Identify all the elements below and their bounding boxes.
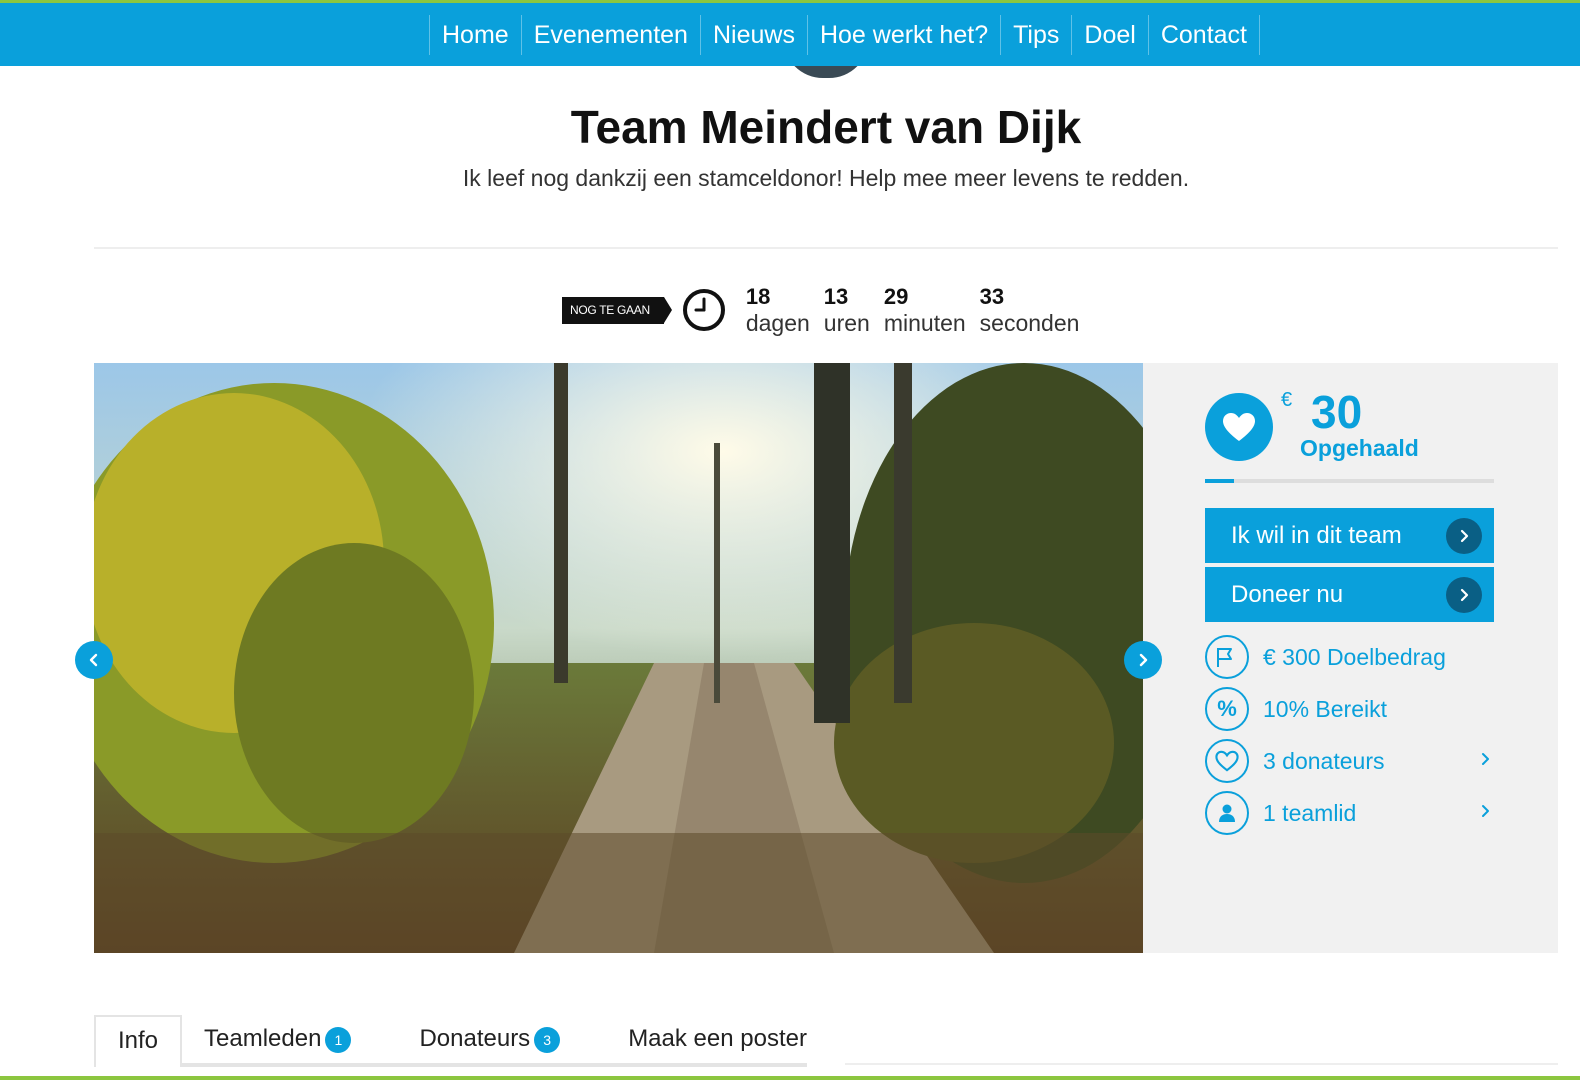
chevron-left-icon: [89, 653, 98, 667]
divider: [94, 247, 1558, 249]
flag-icon: [1205, 635, 1249, 679]
donate-label: Doneer nu: [1231, 581, 1344, 608]
nav-home[interactable]: Home: [430, 15, 522, 55]
teamleden-count-badge: 1: [325, 1026, 352, 1053]
countdown-minutes: 29 minuten: [884, 284, 966, 336]
heart-outline-icon: [1205, 739, 1249, 783]
raised-label: Opgehaald: [1300, 435, 1419, 461]
donateurs-count-badge: 3: [534, 1026, 561, 1053]
donors-stat[interactable]: 3 donateurs: [1205, 739, 1494, 783]
goal-text: € 300 Doelbedrag: [1263, 643, 1446, 670]
countdown-days: 18 dagen: [746, 284, 810, 336]
reached-text: 10% Bereikt: [1263, 695, 1388, 722]
nav-tips[interactable]: Tips: [1001, 15, 1073, 55]
chevron-right-icon: [1139, 653, 1148, 667]
countdown-hours-value: 13: [823, 284, 849, 309]
countdown: NOG TE GAAN 18 dagen 13 uren 29 minuten …: [562, 280, 1079, 340]
countdown-hours: 13 uren: [824, 284, 870, 336]
countdown-minutes-label: minuten: [883, 310, 966, 336]
tab-poster-label: Maak een poster: [628, 1025, 807, 1052]
tab-info[interactable]: Info: [94, 1015, 183, 1067]
progress-fill: [1205, 479, 1234, 483]
team-tabs: Info Teamleden 1 Donateurs 3 Maak een post…: [94, 1015, 829, 1067]
tab-donateurs-label: Donateurs: [419, 1025, 531, 1052]
countdown-badge: NOG TE GAAN: [562, 296, 672, 324]
tab-maak-een-poster[interactable]: Maak een poster: [606, 1015, 829, 1067]
currency-symbol: €: [1281, 389, 1293, 411]
team-photo-slide: [94, 363, 1143, 953]
tab-donateurs[interactable]: Donateurs 3: [397, 1015, 582, 1067]
main-nav: Home Evenementen Nieuws Hoe werkt het? T…: [429, 15, 1260, 55]
chevron-right-icon: [1446, 518, 1482, 554]
forest-path-image: [94, 363, 1143, 953]
donate-button[interactable]: Doneer nu: [1205, 567, 1494, 622]
user-icon: [1205, 791, 1249, 835]
nav-doel[interactable]: Doel: [1072, 15, 1149, 55]
tab-underline: [180, 1063, 807, 1067]
chevron-right-icon: [1446, 577, 1482, 613]
slider-prev-button[interactable]: [75, 641, 113, 679]
nav-hoe-werkt-het[interactable]: Hoe werkt het?: [808, 15, 1002, 55]
tab-divider: [845, 1063, 1558, 1065]
goal-stat: € 300 Doelbedrag: [1205, 635, 1494, 679]
raised-amount: 30: [1311, 386, 1363, 438]
join-team-label: Ik wil in dit team: [1231, 522, 1402, 549]
countdown-seconds-label: seconden: [979, 310, 1080, 336]
nav-evenementen[interactable]: Evenementen: [522, 15, 701, 55]
clock-icon: [682, 289, 725, 331]
countdown-days-label: dagen: [745, 310, 810, 336]
page-title: Team Meindert van Dijk: [570, 101, 1082, 153]
fundraising-panel: € 30 Opgehaald Ik wil in dit team Doneer…: [1143, 363, 1558, 953]
page-subtitle: Ik leef nog dankzij een stamceldonor! He…: [462, 165, 1190, 191]
nav-nieuws[interactable]: Nieuws: [701, 15, 808, 55]
countdown-seconds: 33 seconden: [980, 284, 1080, 336]
join-team-button[interactable]: Ik wil in dit team: [1205, 508, 1494, 563]
countdown-minutes-value: 29: [883, 284, 909, 309]
tab-teamleden-label: Teamleden: [204, 1025, 322, 1052]
tab-teamleden[interactable]: Teamleden 1: [182, 1015, 373, 1067]
top-navigation-bar: Home Evenementen Nieuws Hoe werkt het? T…: [0, 0, 1580, 66]
heart-icon: [1223, 413, 1255, 441]
countdown-seconds-value: 33: [979, 284, 1005, 309]
bottom-accent-bar: [0, 1076, 1580, 1080]
progress-bar: [1205, 479, 1494, 483]
countdown-hours-label: uren: [823, 310, 870, 336]
raised-heart-badge: [1205, 393, 1273, 461]
percent-icon: %: [1205, 687, 1249, 731]
donors-text: 3 donateurs: [1263, 747, 1385, 774]
members-text: 1 teamlid: [1263, 799, 1357, 826]
slider-next-button[interactable]: [1124, 641, 1162, 679]
reached-stat: % 10% Bereikt: [1205, 687, 1494, 731]
tab-info-label: Info: [118, 1027, 159, 1054]
nav-contact[interactable]: Contact: [1149, 15, 1260, 55]
chevron-right-icon: [1480, 749, 1492, 774]
chevron-right-icon: [1480, 801, 1492, 826]
countdown-days-value: 18: [745, 284, 771, 309]
members-stat[interactable]: 1 teamlid: [1205, 791, 1494, 835]
